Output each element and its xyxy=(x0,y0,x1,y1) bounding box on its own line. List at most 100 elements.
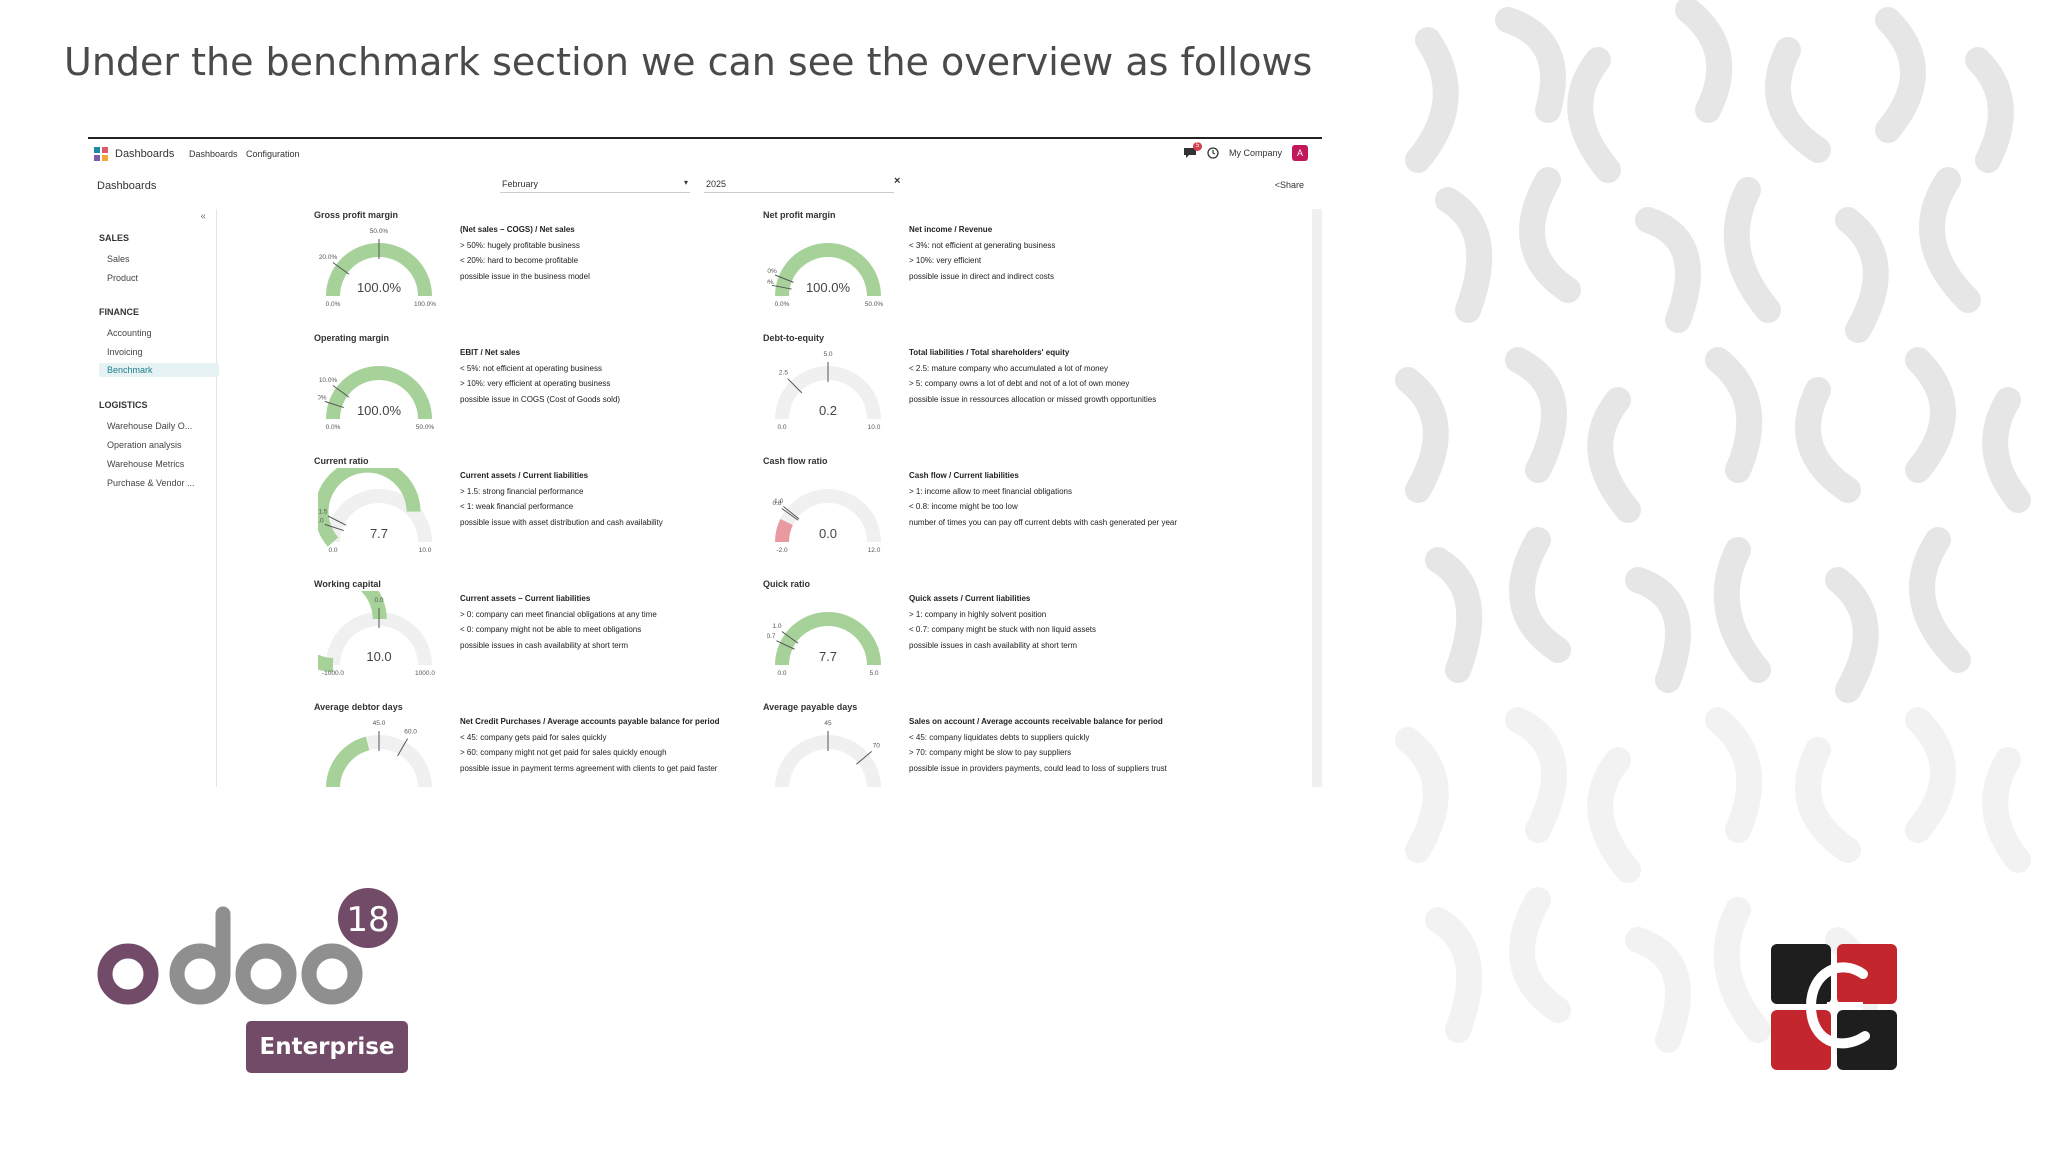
gauge-max: 10.0 xyxy=(419,547,432,554)
metric-guideline: > 10%: very efficient at operating busin… xyxy=(460,379,611,388)
gauge-max: 1000.0 xyxy=(415,670,435,677)
clear-filter-icon[interactable]: × xyxy=(894,175,900,187)
metric-description: (Net sales – COGS) / Net sales > 50%: hug… xyxy=(460,222,590,284)
collapse-sidebar-icon[interactable]: « xyxy=(200,211,206,222)
share-label: Share xyxy=(1279,180,1304,190)
metric-card: Working capital 0.0 10.0 -1000.0 1000.0 Curre… xyxy=(314,579,764,697)
metric-guideline: possible issues in cash availability at … xyxy=(909,640,1078,650)
gauge-threshold-label: 1.0 xyxy=(773,623,782,630)
metric-formula: (Net sales – COGS) / Net sales xyxy=(460,225,575,234)
sidebar-item-product[interactable]: Product xyxy=(107,273,138,283)
metric-card: Cash flow ratio 0.8 1.0 0.0 -2.0 12.0 Cash flo… xyxy=(763,456,1213,574)
company-logo xyxy=(1771,944,1897,1070)
metric-description: Total liabilities / Total shareholders' … xyxy=(909,345,1156,407)
metric-guideline: < 45: company liquidates debts to suppli… xyxy=(909,732,1090,742)
version-badge: 18 xyxy=(346,900,389,940)
clock-icon[interactable] xyxy=(1207,147,1219,159)
gauge-min: 0.0 xyxy=(777,670,786,677)
share-button[interactable]: <Share xyxy=(1275,180,1304,190)
gauge-chart: 20.0% 50.0% 100.0% 0.0% 100.0% xyxy=(319,228,436,308)
gauge-value: 7.7 xyxy=(370,526,388,541)
chat-badge: 5 xyxy=(1192,142,1202,151)
user-avatar[interactable]: A xyxy=(1292,145,1308,161)
sidebar-section-sales: SALES xyxy=(99,233,130,243)
metric-title: Gross profit margin xyxy=(314,210,399,220)
metric-description: Sales on account / Average accounts rece… xyxy=(909,714,1167,776)
slide-title: Under the benchmark section we can see t… xyxy=(64,40,1313,84)
year-input[interactable]: 2025 xyxy=(704,178,894,193)
metric-card: Current ratio 1.0 1.5 7.7 0.0 10.0 Current ass… xyxy=(314,456,764,574)
nav-menu-dashboards[interactable]: Dashboards xyxy=(189,149,238,159)
metric-formula: Cash flow / Current liabilities xyxy=(909,471,1019,480)
metric-guideline: possible issue in providers payments, co… xyxy=(909,763,1167,773)
nav-menu-configuration[interactable]: Configuration xyxy=(246,149,300,159)
sidebar-section-logistics: LOGISTICS xyxy=(99,400,148,410)
metric-description: Quick assets / Current liabilities > 1: c… xyxy=(909,591,1096,653)
gauge-threshold-label: 45 xyxy=(824,720,832,727)
gauge-min: 0.0% xyxy=(775,301,790,308)
metric-card: Operating margin 5.0% 10.0% 100.0% 0.0% 50.0%… xyxy=(314,333,764,451)
metric-guideline: possible issue in ressources allocation … xyxy=(909,394,1157,404)
metric-formula: Total liabilities / Total shareholders' … xyxy=(909,348,1070,357)
gauge-chart: 45.0 60.0 xyxy=(326,720,432,787)
gauge-value: 7.7 xyxy=(819,649,837,664)
month-select-value: February xyxy=(502,179,539,189)
gauge-value: 0.2 xyxy=(819,403,837,418)
gauge-value: 100.0% xyxy=(357,280,402,295)
metric-guideline: possible issue in payment terms agreemen… xyxy=(460,763,718,773)
company-switcher[interactable]: My Company xyxy=(1229,148,1282,158)
metric-guideline: < 3%: not efficient at generating busine… xyxy=(909,240,1056,250)
gauge-chart: 0.0 10.0 -1000.0 1000.0 xyxy=(318,591,435,677)
sidebar-item-purchase-vendor[interactable]: Purchase & Vendor ... xyxy=(107,478,195,488)
sidebar-item-operation-analysis[interactable]: Operation analysis xyxy=(107,440,182,450)
chat-icon[interactable]: 5 xyxy=(1183,142,1202,159)
gauge-threshold-label: 50.0% xyxy=(370,228,389,235)
gauge-threshold-label: 60.0 xyxy=(404,728,417,735)
sidebar-item-sales[interactable]: Sales xyxy=(107,254,130,264)
metric-description: Current assets – Current liabilities > 0:… xyxy=(460,591,657,653)
metric-guideline: > 10%: very efficient xyxy=(909,256,982,265)
metric-guideline: > 0: company can meet financial obligati… xyxy=(460,609,657,619)
metric-formula: EBIT / Net sales xyxy=(460,348,521,357)
sidebar-item-accounting[interactable]: Accounting xyxy=(107,328,152,338)
metric-description: Current assets / Current liabilities > 1.… xyxy=(460,468,663,530)
metric-formula: Net income / Revenue xyxy=(909,225,993,234)
metric-formula: Sales on account / Average accounts rece… xyxy=(909,717,1163,726)
metric-description: Net income / Revenue < 3%: not efficient … xyxy=(909,222,1055,284)
sidebar-item-warehouse-daily[interactable]: Warehouse Daily O... xyxy=(107,421,192,431)
gauge-threshold-label: 1.0 xyxy=(774,498,783,505)
metric-title: Operating margin xyxy=(314,333,390,343)
sidebar-item-benchmark[interactable]: Benchmark xyxy=(99,363,219,377)
top-navbar: Dashboards Dashboards Configuration 5 My… xyxy=(88,139,1322,169)
metric-guideline: > 60: company might not get paid for sal… xyxy=(460,748,667,757)
metric-title: Net profit margin xyxy=(763,210,836,220)
gauge-min: 0.0% xyxy=(326,301,341,308)
metric-guideline: possible issue with asset distribution a… xyxy=(460,517,663,527)
metric-guideline: > 50%: hugely profitable business xyxy=(460,240,580,250)
metric-guideline: > 1: income allow to meet financial obli… xyxy=(909,486,1072,496)
gauge-threshold-label: 0.7 xyxy=(767,633,776,640)
metric-guideline: possible issue in the business model xyxy=(460,271,590,281)
gauge-value: 100.0% xyxy=(357,403,402,418)
gauge-min: 0.0 xyxy=(328,547,337,554)
dashboards-app-icon[interactable] xyxy=(94,147,108,161)
metric-description: EBIT / Net sales < 5%: not efficient at o… xyxy=(460,345,620,407)
gauge-threshold-label: 2.5 xyxy=(779,369,788,376)
metric-description: Net Credit Purchases / Average accounts … xyxy=(460,714,720,776)
gauge-threshold-label: 10.0% xyxy=(319,377,338,384)
sidebar-item-invoicing[interactable]: Invoicing xyxy=(107,347,143,357)
gauge-chart: 5.0% 10.0% 100.0% 0.0% 50.0% xyxy=(318,366,434,431)
metric-card: Net profit margin 3.0% 6.0% 100.0% 0.0% 50.0%… xyxy=(763,210,1213,328)
metric-guideline: possible issues in cash availability at … xyxy=(460,640,629,650)
gauge-threshold-label: 45.0 xyxy=(373,720,386,727)
nav-app-name[interactable]: Dashboards xyxy=(115,148,174,160)
sidebar-item-warehouse-metrics[interactable]: Warehouse Metrics xyxy=(107,459,184,469)
month-select[interactable]: February ▾ xyxy=(500,178,690,193)
gauge-min: 0.0% xyxy=(326,424,341,431)
metric-guideline: < 1: weak financial performance xyxy=(460,502,574,511)
metric-title: Quick ratio xyxy=(763,579,811,589)
gauge-max: 50.0% xyxy=(865,301,884,308)
metric-card: Average debtor days 45.0 60.0 Net Credit Pu… xyxy=(314,702,764,787)
content-scrollbar[interactable] xyxy=(1312,209,1322,787)
metric-guideline: > 1: company in highly solvent position xyxy=(909,609,1047,619)
